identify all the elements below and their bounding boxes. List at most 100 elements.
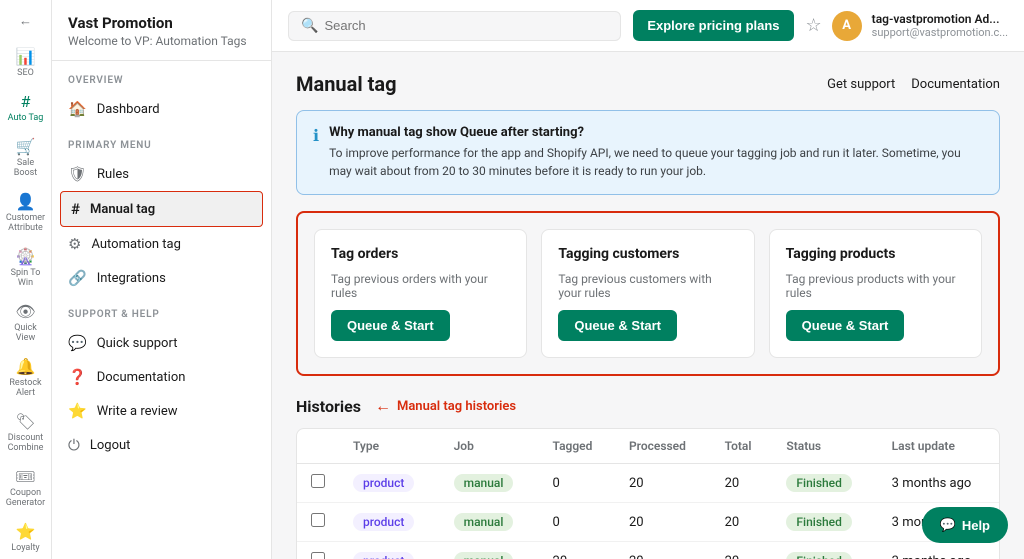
- sidebar-icon-customerattr[interactable]: 👤 Customer Attribute: [4, 186, 48, 239]
- nav-subtitle: Welcome to VP: Automation Tags: [68, 34, 255, 48]
- documentation-link[interactable]: Documentation: [911, 77, 1000, 92]
- nav-item-documentation[interactable]: ❓ Documentation: [52, 360, 271, 394]
- queue-start-products-button[interactable]: Queue & Start: [786, 310, 905, 341]
- spintowin-icon: 🎡: [16, 247, 36, 266]
- table-row: product manual 20 20 20 Finished 3 month…: [297, 542, 999, 559]
- nav-item-quicksupport[interactable]: 💬 Quick support: [52, 326, 271, 360]
- row-checkbox-cell: [297, 503, 339, 542]
- nav-item-manualtag[interactable]: # Manual tag: [60, 191, 263, 227]
- table-header-row: Type Job Tagged Processed Total Status L…: [297, 429, 999, 464]
- nav-item-rules[interactable]: 🛡 Rules: [52, 157, 271, 191]
- main-area: 🔍 Explore pricing plans ☆ A tag-vastprom…: [272, 0, 1024, 559]
- sidebar-icon-autotag[interactable]: # Auto Tag: [4, 86, 48, 129]
- th-processed: Processed: [615, 429, 711, 464]
- th-status: Status: [772, 429, 877, 464]
- search-input[interactable]: [324, 18, 608, 33]
- status-badge-0: Finished: [786, 474, 851, 492]
- nav-item-logout[interactable]: ⏻ Logout: [52, 428, 271, 462]
- card-tagging-customers-title: Tagging customers: [558, 246, 737, 262]
- sidebar-icon-loyalty[interactable]: ⭐ Loyalty: [4, 516, 48, 559]
- writereview-icon: ⭐: [68, 402, 87, 420]
- type-badge-0: product: [353, 474, 414, 492]
- histories-title: Histories: [296, 397, 361, 416]
- th-total: Total: [711, 429, 773, 464]
- sidebar-icon-restock[interactable]: 🔔 Restock Alert: [4, 351, 48, 404]
- page-header: Manual tag Get support Documentation: [296, 72, 1000, 96]
- th-lastupdate: Last update: [878, 429, 999, 464]
- card-tag-orders: Tag orders Tag previous orders with your…: [314, 229, 527, 358]
- row-processed-2: 20: [615, 542, 711, 559]
- th-type: Type: [339, 429, 440, 464]
- row-total-2: 20: [711, 542, 773, 559]
- card-tag-orders-title: Tag orders: [331, 246, 510, 262]
- row-tagged-2: 20: [539, 542, 615, 559]
- user-email: support@vastpromotion.c...: [872, 26, 1008, 39]
- type-badge-2: product: [353, 552, 414, 559]
- job-badge-1: manual: [454, 513, 514, 531]
- th-checkbox: [297, 429, 339, 464]
- discount-icon: 🏷: [15, 412, 35, 431]
- sidebar-icon-seo[interactable]: 📊 SEO: [4, 41, 48, 84]
- dashboard-icon: 🏠: [68, 100, 87, 118]
- card-tag-orders-desc: Tag previous orders with your rules: [331, 272, 510, 300]
- row-total-1: 20: [711, 503, 773, 542]
- job-badge-2: manual: [454, 552, 514, 559]
- type-badge-1: product: [353, 513, 414, 531]
- nav-sidebar-header: Vast Promotion Welcome to VP: Automation…: [52, 0, 271, 61]
- card-tagging-products-desc: Tag previous products with your rules: [786, 272, 965, 300]
- nav-item-writereview[interactable]: ⭐ Write a review: [52, 394, 271, 428]
- card-tagging-customers-desc: Tag previous customers with your rules: [558, 272, 737, 300]
- automationtag-icon: ⚙: [68, 235, 81, 253]
- app-title: Vast Promotion: [68, 14, 255, 32]
- nav-item-integrations[interactable]: 🔗 Integrations: [52, 261, 271, 295]
- section-label-overview: OVERVIEW: [52, 61, 271, 92]
- row-job-2: manual: [440, 542, 539, 559]
- row-job-1: manual: [440, 503, 539, 542]
- row-checkbox-0[interactable]: [311, 474, 325, 488]
- card-tagging-customers: Tagging customers Tag previous customers…: [541, 229, 754, 358]
- logout-icon: ⏻: [68, 436, 80, 454]
- card-tagging-products-title: Tagging products: [786, 246, 965, 262]
- top-bar-right: ☆ A tag-vastpromotion Ad... support@vast…: [806, 11, 1008, 41]
- row-status-2: Finished: [772, 542, 877, 559]
- help-icon: 💬: [940, 517, 956, 533]
- autotag-icon: #: [21, 92, 31, 111]
- sidebar-icon-discount[interactable]: 🏷 Discount Combine: [4, 406, 48, 459]
- search-icon: 🔍: [301, 18, 318, 34]
- favorite-icon[interactable]: ☆: [806, 15, 822, 36]
- row-checkbox-2[interactable]: [311, 552, 325, 559]
- nav-item-automationtag[interactable]: ⚙ Automation tag: [52, 227, 271, 261]
- arrow-left-icon: ←: [375, 396, 391, 416]
- icon-sidebar: ← 📊 SEO # Auto Tag 🛒 Sale Boost 👤 Custom…: [0, 0, 52, 559]
- section-label-primary: PRIMARY MENU: [52, 126, 271, 157]
- queue-start-orders-button[interactable]: Queue & Start: [331, 310, 450, 341]
- row-job-0: manual: [440, 464, 539, 503]
- th-job: Job: [440, 429, 539, 464]
- row-status-0: Finished: [772, 464, 877, 503]
- sidebar-icon-spintowin[interactable]: 🎡 Spin To Win: [4, 241, 48, 294]
- queue-start-customers-button[interactable]: Queue & Start: [558, 310, 677, 341]
- top-bar: 🔍 Explore pricing plans ☆ A tag-vastprom…: [272, 0, 1024, 52]
- nav-item-dashboard[interactable]: 🏠 Dashboard: [52, 92, 271, 126]
- sidebar-icon-saleboost[interactable]: 🛒 Sale Boost: [4, 131, 48, 184]
- row-checkbox-1[interactable]: [311, 513, 325, 527]
- get-support-link[interactable]: Get support: [827, 77, 895, 92]
- explore-pricing-button[interactable]: Explore pricing plans: [633, 10, 793, 41]
- search-box[interactable]: 🔍: [288, 11, 621, 41]
- help-button[interactable]: 💬 Help: [922, 507, 1008, 543]
- rules-icon: 🛡: [68, 165, 87, 183]
- table-row: product manual 0 20 20 Finished 3 months…: [297, 464, 999, 503]
- avatar[interactable]: A: [832, 11, 862, 41]
- th-tagged: Tagged: [539, 429, 615, 464]
- card-tagging-products: Tagging products Tag previous products w…: [769, 229, 982, 358]
- page-actions: Get support Documentation: [827, 77, 1000, 92]
- histories-table: Type Job Tagged Processed Total Status L…: [297, 429, 999, 559]
- seo-icon: 📊: [16, 47, 36, 66]
- manualtag-icon: #: [71, 200, 80, 218]
- back-button[interactable]: ←: [4, 8, 48, 33]
- section-label-support: SUPPORT & HELP: [52, 295, 271, 326]
- sidebar-icon-quickview[interactable]: 👁 Quick View: [4, 296, 48, 349]
- row-checkbox-cell: [297, 542, 339, 559]
- sidebar-icon-coupon[interactable]: 🎟 Coupon Generator: [4, 461, 48, 514]
- row-type-2: product: [339, 542, 440, 559]
